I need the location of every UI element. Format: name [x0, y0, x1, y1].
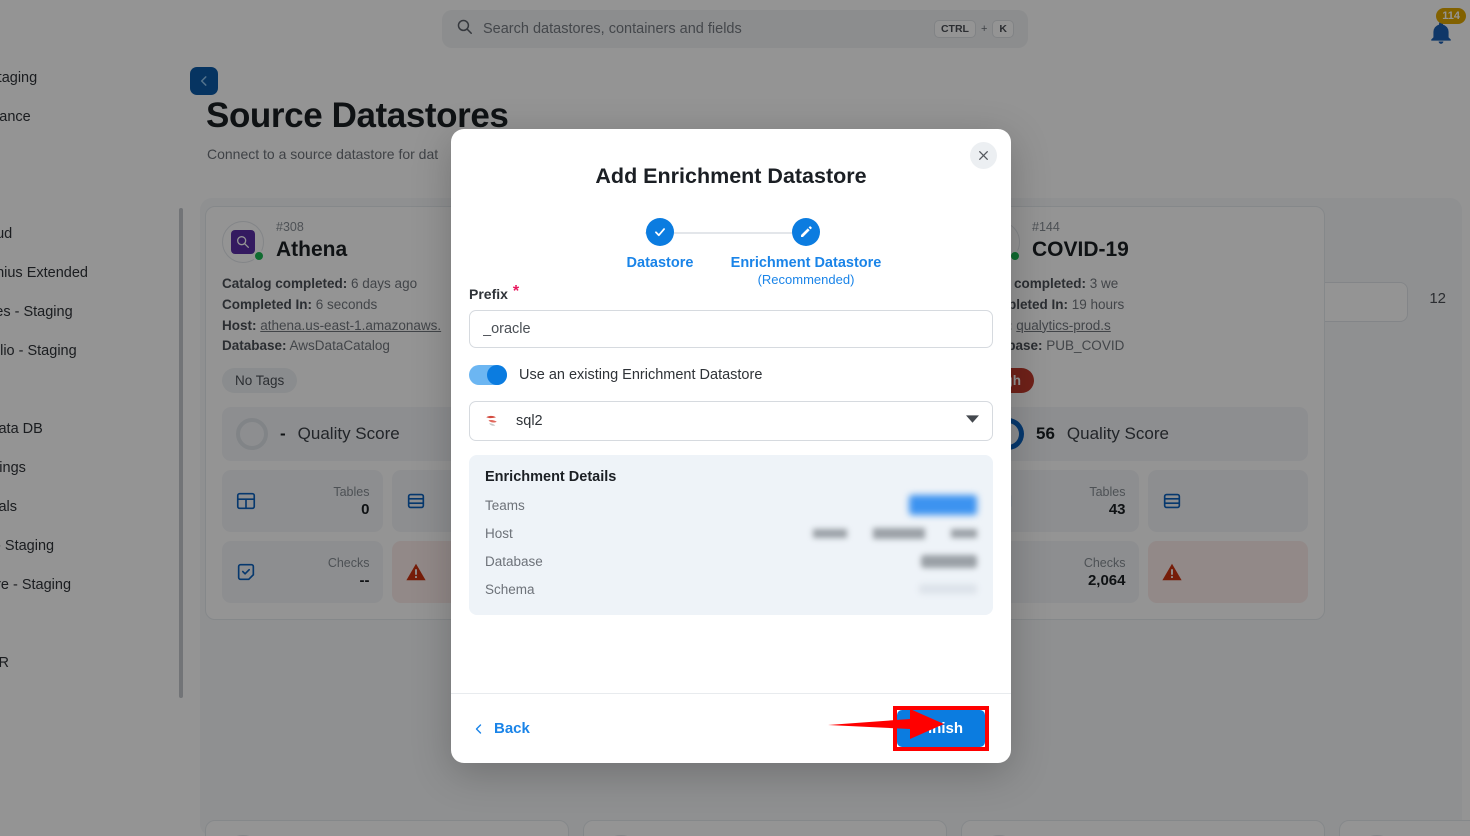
detail-row-teams: Teams — [485, 495, 977, 515]
required-indicator: * — [512, 283, 520, 300]
enrichment-datastore-select[interactable]: sql2 — [469, 401, 993, 441]
pencil-icon — [792, 218, 820, 246]
detail-value-redacted — [813, 527, 977, 539]
prefix-label: Prefix — [469, 286, 508, 302]
wizard-step-enrichment[interactable]: Enrichment Datastore (Recommended) — [716, 218, 896, 287]
detail-key: Database — [485, 553, 543, 569]
modal-footer: Back Finish — [451, 693, 1011, 763]
wizard-step-label: Enrichment Datastore — [730, 255, 882, 271]
detail-value-redacted — [909, 495, 977, 515]
modal-body: Prefix * Use an existing Enrichment Data… — [451, 283, 1011, 615]
close-icon — [979, 151, 988, 160]
back-button-label: Back — [494, 720, 530, 737]
detail-key: Host — [485, 525, 513, 541]
use-existing-toggle-row: Use an existing Enrichment Datastore — [469, 365, 993, 385]
wizard-step-sublabel: (Recommended) — [757, 272, 855, 287]
prefix-label-row: Prefix * — [469, 283, 993, 302]
chevron-left-icon — [475, 723, 482, 734]
mssql-icon — [486, 415, 497, 426]
wizard-stepper: Datastore Enrichment Datastore (Recommen… — [531, 218, 931, 287]
detail-row-host: Host — [485, 525, 977, 541]
detail-row-database: Database — [485, 553, 977, 569]
selected-datastore-value: sql2 — [516, 413, 543, 429]
enrichment-details-title: Enrichment Details — [485, 469, 617, 485]
detail-value-redacted — [919, 584, 977, 594]
enrichment-details-panel: Enrichment Details Teams Host Database S… — [469, 455, 993, 615]
toggle-knob — [487, 365, 507, 385]
close-button[interactable] — [970, 142, 997, 169]
chevron-down-icon — [966, 415, 979, 427]
add-enrichment-datastore-modal: Add Enrichment Datastore Datastore Enric… — [451, 129, 1011, 763]
check-icon — [646, 218, 674, 246]
finish-button[interactable]: Finish — [896, 710, 985, 747]
modal-title: Add Enrichment Datastore — [595, 164, 867, 188]
prefix-input[interactable] — [469, 310, 993, 348]
back-button[interactable]: Back — [473, 720, 530, 737]
app-root: Search datastores, containers and fields… — [0, 0, 1470, 836]
use-existing-toggle-label: Use an existing Enrichment Datastore — [519, 367, 763, 383]
detail-value-redacted — [921, 554, 977, 568]
use-existing-toggle[interactable] — [469, 365, 507, 385]
detail-row-schema: Schema — [485, 581, 977, 597]
detail-key: Teams — [485, 497, 525, 513]
finish-button-highlight: Finish — [892, 706, 989, 751]
detail-key: Schema — [485, 581, 535, 597]
